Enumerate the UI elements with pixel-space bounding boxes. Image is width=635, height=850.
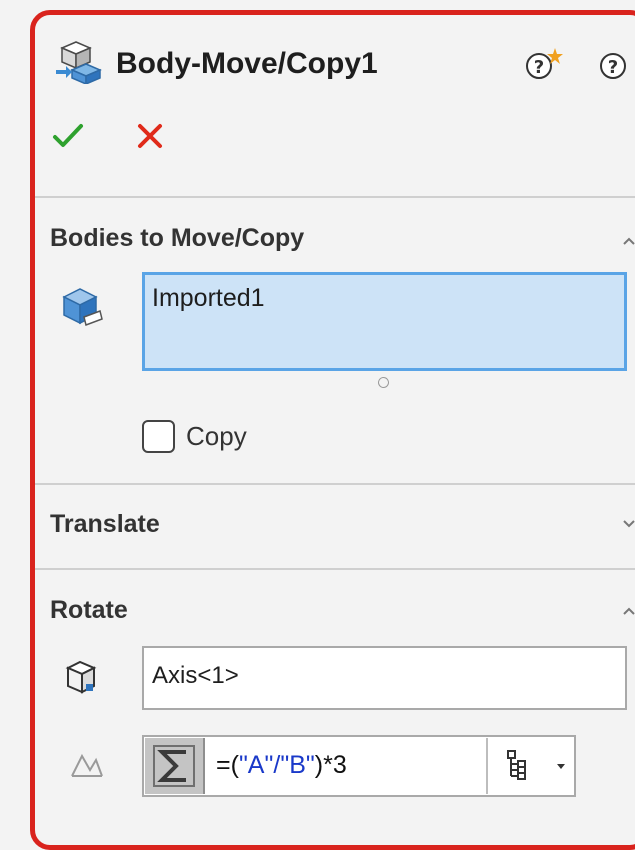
solid-body-icon bbox=[60, 285, 104, 334]
angle-icon bbox=[70, 752, 104, 783]
section-title-rotate[interactable]: Rotate bbox=[50, 596, 128, 625]
dimension-tree-icon[interactable] bbox=[506, 749, 532, 786]
cancel-button[interactable] bbox=[132, 118, 168, 154]
svg-text:?: ? bbox=[608, 57, 618, 78]
divider bbox=[35, 196, 635, 198]
rotation-axis-value: Axis<1> bbox=[152, 662, 239, 689]
property-manager-panel bbox=[30, 10, 635, 850]
expand-chevron-down-icon[interactable] bbox=[622, 517, 635, 531]
field-separator bbox=[486, 738, 488, 794]
divider bbox=[35, 483, 635, 485]
help-icon[interactable]: ? bbox=[598, 46, 632, 87]
collapse-chevron-up-icon[interactable] bbox=[622, 604, 635, 618]
svg-text:?: ? bbox=[534, 57, 544, 78]
section-title-bodies[interactable]: Bodies to Move/Copy bbox=[50, 224, 304, 253]
equation-button[interactable] bbox=[145, 738, 205, 794]
panel-header: Body-Move/Copy1 bbox=[52, 38, 378, 90]
copy-checkbox-label[interactable]: Copy bbox=[186, 421, 247, 452]
collapse-chevron-up-icon[interactable] bbox=[622, 234, 635, 248]
equation-prefix: =( bbox=[216, 751, 239, 779]
copy-checkbox[interactable] bbox=[142, 420, 175, 453]
resize-grip[interactable] bbox=[378, 377, 389, 388]
x-icon bbox=[138, 124, 162, 148]
axis-icon bbox=[62, 658, 102, 703]
sigma-icon bbox=[153, 745, 195, 787]
dropdown-arrow-icon[interactable] bbox=[555, 759, 567, 777]
body-move-copy-icon bbox=[52, 40, 102, 89]
divider bbox=[35, 568, 635, 570]
equation-variable-b: "B" bbox=[280, 751, 315, 779]
equation-suffix: )*3 bbox=[314, 751, 347, 779]
equation-variable-a: "A" bbox=[238, 751, 274, 779]
section-title-translate[interactable]: Translate bbox=[50, 510, 160, 539]
panel-title: Body-Move/Copy1 bbox=[116, 47, 378, 80]
whats-new-help-icon[interactable]: ? bbox=[524, 46, 564, 87]
checkmark-icon bbox=[53, 124, 83, 147]
selected-body-item[interactable]: Imported1 bbox=[152, 284, 265, 313]
ok-button[interactable] bbox=[50, 118, 86, 154]
angle-equation-text[interactable]: =("A"/"B")*3 bbox=[216, 751, 347, 780]
